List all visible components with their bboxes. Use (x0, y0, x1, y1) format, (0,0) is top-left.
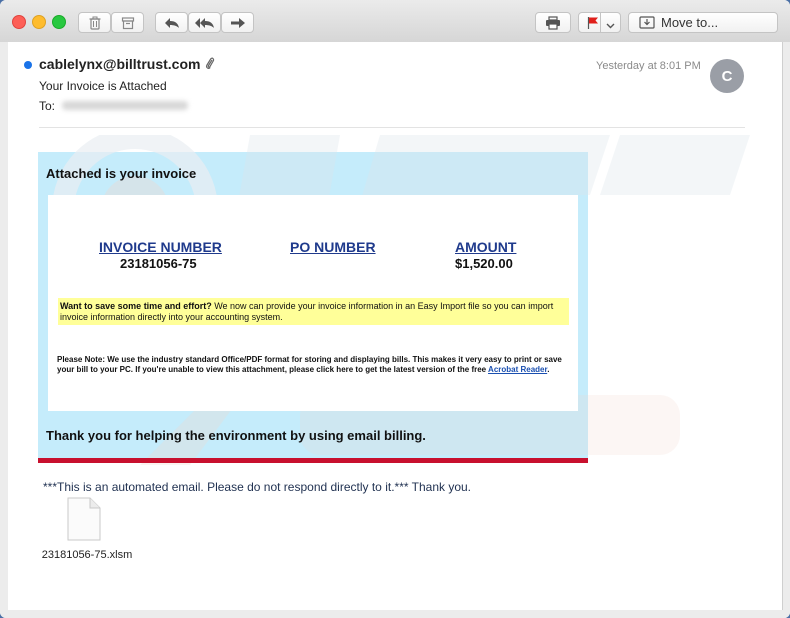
po-number-header[interactable]: PO NUMBER (290, 239, 376, 255)
red-divider (38, 458, 588, 463)
thanks-message: Thank you for helping the environment by… (46, 428, 426, 443)
minimize-window-button[interactable] (32, 15, 46, 29)
trash-icon (88, 16, 102, 30)
email-subject: Your Invoice is Attached (39, 79, 167, 93)
zoom-window-button[interactable] (52, 15, 66, 29)
avatar[interactable]: C (710, 59, 744, 93)
move-to-folder-icon (639, 16, 655, 29)
promo-text: Want to save some time and effort? We no… (60, 301, 565, 323)
amount-header[interactable]: AMOUNT (455, 239, 516, 255)
flag-icon (587, 16, 599, 29)
promo-bold: Want to save some time and effort? (60, 301, 212, 311)
amount-value: $1,520.00 (455, 256, 513, 271)
paperclip-icon (205, 56, 215, 75)
delete-button[interactable] (78, 12, 111, 33)
reply-button[interactable] (155, 12, 188, 33)
print-button[interactable] (535, 12, 571, 33)
print-icon (545, 15, 561, 30)
document-file-icon[interactable] (66, 497, 102, 546)
invoice-number-value: 23181056-75 (120, 256, 197, 271)
chevron-down-icon[interactable] (606, 17, 615, 35)
reply-all-button[interactable] (188, 12, 221, 33)
forward-button[interactable] (221, 12, 254, 33)
sender-address[interactable]: cablelynx@billtrust.com (39, 56, 200, 72)
header-divider (39, 127, 745, 128)
mail-window: Move to... cablelynx@billtrust.com Yeste… (0, 0, 790, 618)
forward-icon (230, 17, 246, 29)
close-window-button[interactable] (12, 15, 26, 29)
recipient-redacted (62, 101, 188, 110)
received-date: Yesterday at 8:01 PM (596, 60, 701, 72)
acrobat-reader-link[interactable]: Acrobat Reader (488, 365, 547, 374)
note-body: Please Note: We use the industry standar… (57, 355, 562, 374)
archive-icon (121, 16, 135, 30)
note-text: Please Note: We use the industry standar… (57, 355, 569, 375)
toolbar: Move to... (0, 0, 790, 43)
note-end: . (547, 365, 550, 374)
move-to-button[interactable]: Move to... (628, 12, 778, 33)
scrollbar[interactable] (782, 42, 790, 618)
automated-notice: ***This is an automated email. Please do… (43, 480, 472, 494)
invoice-number-header[interactable]: INVOICE NUMBER (99, 239, 222, 255)
invoice-title: Attached is your invoice (46, 166, 197, 181)
move-to-label: Move to... (661, 15, 719, 30)
attachment-filename[interactable]: 23181056-75.xlsm (38, 548, 136, 562)
to-label: To: (39, 99, 56, 113)
reply-all-icon (194, 17, 215, 29)
reply-icon (164, 17, 180, 29)
unread-indicator (24, 61, 32, 69)
bottom-border (0, 610, 790, 618)
archive-button[interactable] (111, 12, 144, 33)
